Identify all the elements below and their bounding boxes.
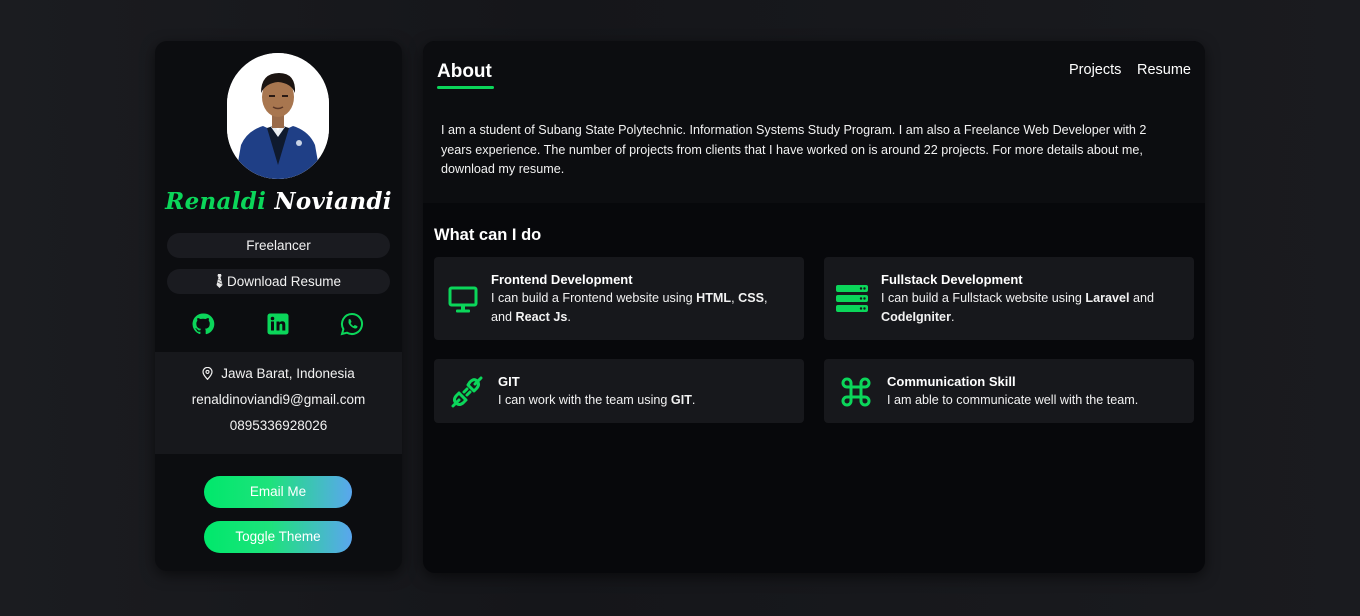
location-row: Jawa Barat, Indonesia bbox=[155, 366, 402, 383]
about-section: About Projects Resume I am a student of … bbox=[423, 41, 1205, 203]
skill-title: GIT bbox=[498, 374, 520, 389]
email-me-button[interactable]: Email Me bbox=[204, 476, 352, 508]
command-icon bbox=[840, 376, 872, 408]
skill-card-communication: Communication Skill I am able to communi… bbox=[824, 359, 1194, 423]
first-name: Renaldi bbox=[165, 188, 267, 215]
contact-info: Jawa Barat, Indonesia renaldinoviandi9@g… bbox=[155, 352, 402, 454]
plug-icon bbox=[450, 375, 484, 409]
profile-photo bbox=[227, 53, 329, 179]
skill-description: I can work with the team using GIT. bbox=[498, 393, 696, 407]
toggle-theme-button[interactable]: Toggle Theme bbox=[204, 521, 352, 553]
profile-name: Renaldi Noviandi bbox=[155, 188, 402, 215]
role-label: Freelancer bbox=[246, 238, 311, 253]
skill-card-git: GIT I can work with the team using GIT. bbox=[434, 359, 804, 423]
avatar bbox=[227, 53, 329, 179]
github-icon[interactable] bbox=[191, 312, 215, 336]
role-badge: Freelancer bbox=[167, 233, 390, 258]
necktie-icon bbox=[216, 270, 223, 295]
skill-description: I can build a Frontend website using HTM… bbox=[491, 291, 768, 324]
download-resume-button[interactable]: Download Resume bbox=[167, 269, 390, 294]
skill-description: I can build a Fullstack website using La… bbox=[881, 291, 1155, 324]
map-pin-icon bbox=[202, 366, 213, 383]
email-text: renaldinoviandi9@gmail.com bbox=[191, 392, 366, 407]
linkedin-icon[interactable] bbox=[266, 312, 290, 336]
about-paragraph: I am a student of Subang State Polytechn… bbox=[441, 123, 1147, 176]
download-resume-label: Download Resume bbox=[226, 274, 342, 289]
main-panel: About Projects Resume I am a student of … bbox=[423, 41, 1205, 573]
skill-title: Fullstack Development bbox=[881, 272, 1023, 287]
last-name: Noviandi bbox=[274, 188, 392, 215]
social-links bbox=[155, 312, 402, 336]
nav-projects-link[interactable]: Projects bbox=[1069, 62, 1121, 78]
server-icon bbox=[835, 283, 869, 315]
location-text: Jawa Barat, Indonesia bbox=[221, 366, 355, 381]
nav-resume-link[interactable]: Resume bbox=[1137, 62, 1191, 78]
skill-title: Frontend Development bbox=[491, 272, 633, 287]
skills-heading: What can I do bbox=[434, 226, 542, 244]
skill-description: I am able to communicate well with the t… bbox=[887, 393, 1139, 407]
whatsapp-icon[interactable] bbox=[340, 312, 364, 336]
skill-card-frontend: Frontend Development I can build a Front… bbox=[434, 257, 804, 340]
phone-text: 0895336928026 bbox=[229, 418, 328, 433]
page-title[interactable]: About bbox=[437, 61, 492, 83]
skill-title: Communication Skill bbox=[887, 374, 1016, 389]
active-tab-underline bbox=[437, 86, 494, 89]
profile-sidebar: Renaldi Noviandi Freelancer Download Res… bbox=[155, 41, 402, 571]
monitor-icon bbox=[448, 284, 478, 314]
skill-card-fullstack: Fullstack Development I can build a Full… bbox=[824, 257, 1194, 340]
